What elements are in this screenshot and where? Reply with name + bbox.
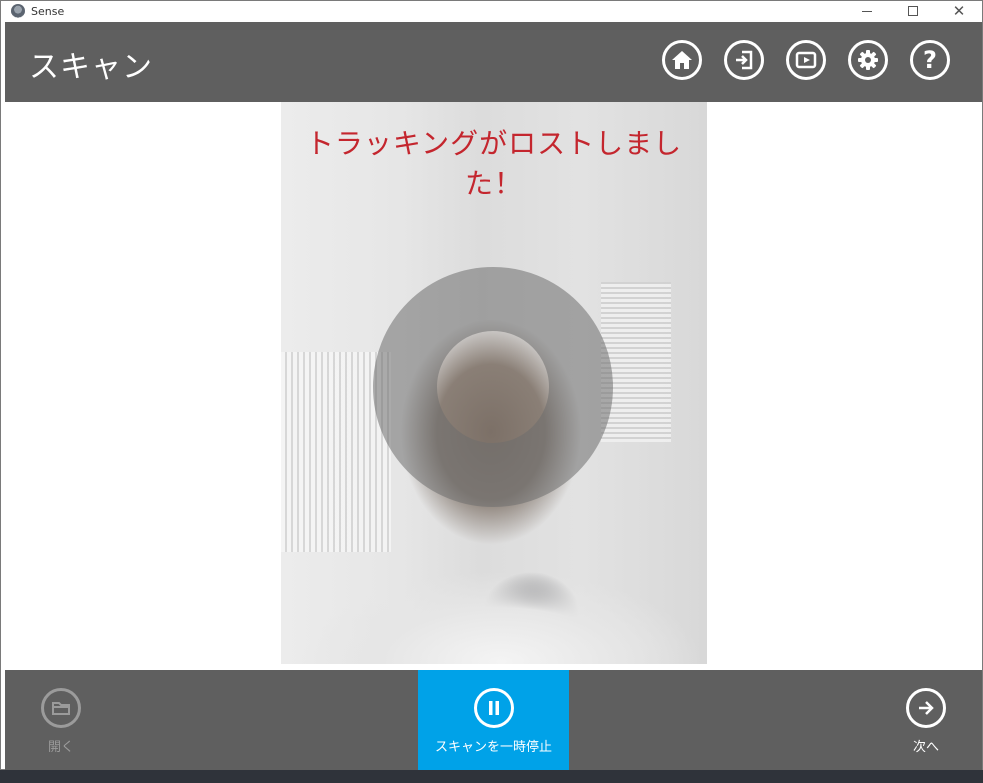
app-logo-icon — [11, 4, 25, 18]
scan-content: トラッキングがロストしました！ — [5, 102, 982, 670]
preview-button[interactable] — [786, 40, 826, 80]
gear-icon — [858, 50, 878, 70]
tracking-lost-message: トラッキングがロストしました！ — [305, 127, 683, 200]
window-title: Sense — [31, 4, 65, 18]
window-controls: ✕ — [844, 1, 982, 21]
title-bar[interactable]: Sense ✕ — [1, 1, 982, 21]
open-button[interactable]: 開く — [31, 670, 91, 770]
folder-icon — [41, 688, 81, 728]
pause-label: スキャンを一時停止 — [434, 740, 552, 755]
next-button[interactable]: 次へ — [896, 670, 956, 770]
import-button[interactable] — [724, 40, 764, 80]
help-icon: ? — [923, 46, 937, 74]
arrow-right-icon — [906, 688, 946, 728]
close-icon: ✕ — [952, 2, 966, 20]
settings-button[interactable] — [848, 40, 888, 80]
tracking-ring — [373, 267, 613, 507]
background-blinds — [601, 282, 671, 442]
subject-body — [301, 532, 701, 664]
home-icon — [672, 51, 692, 69]
minimize-button[interactable] — [844, 1, 890, 21]
maximize-icon — [908, 6, 918, 16]
help-button[interactable]: ? — [910, 40, 950, 80]
footer-bar: 開く スキャンを一時停止 次へ — [5, 670, 982, 770]
open-label: 開く — [47, 740, 74, 755]
next-label: 次へ — [912, 740, 939, 755]
app-window: Sense ✕ スキャン ? トラッキングがロストしました！ 開く スキャンを一… — [0, 0, 983, 770]
close-button[interactable]: ✕ — [936, 1, 982, 21]
camera-preview: トラッキングがロストしました！ — [281, 102, 707, 664]
minimize-icon — [862, 10, 872, 12]
page-title: スキャン — [29, 50, 153, 85]
home-button[interactable] — [662, 40, 702, 80]
pause-scan-button[interactable]: スキャンを一時停止 — [418, 670, 569, 770]
sign-in-icon — [736, 50, 753, 70]
maximize-button[interactable] — [890, 1, 936, 21]
header-toolbar: ? — [662, 40, 950, 80]
desktop-background — [0, 770, 983, 783]
pause-icon — [473, 688, 514, 728]
header-bar: スキャン ? — [5, 22, 982, 102]
play-icon — [795, 51, 817, 69]
